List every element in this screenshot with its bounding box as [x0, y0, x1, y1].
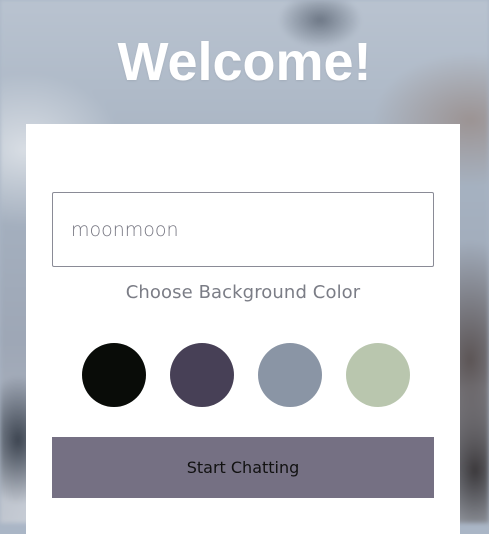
page-title: Welcome!	[117, 32, 372, 92]
color-swatch-black[interactable]	[82, 343, 146, 407]
color-swatch-purple[interactable]	[170, 343, 234, 407]
name-input[interactable]	[52, 192, 434, 267]
color-swatch-group	[82, 343, 410, 407]
start-chatting-button[interactable]: Start Chatting	[52, 437, 434, 498]
choose-color-label: Choose Background Color	[125, 282, 361, 303]
color-swatch-grey-blue[interactable]	[258, 343, 322, 407]
color-swatch-green[interactable]	[346, 343, 410, 407]
login-card: Choose Background Color Start Chatting	[26, 124, 460, 534]
